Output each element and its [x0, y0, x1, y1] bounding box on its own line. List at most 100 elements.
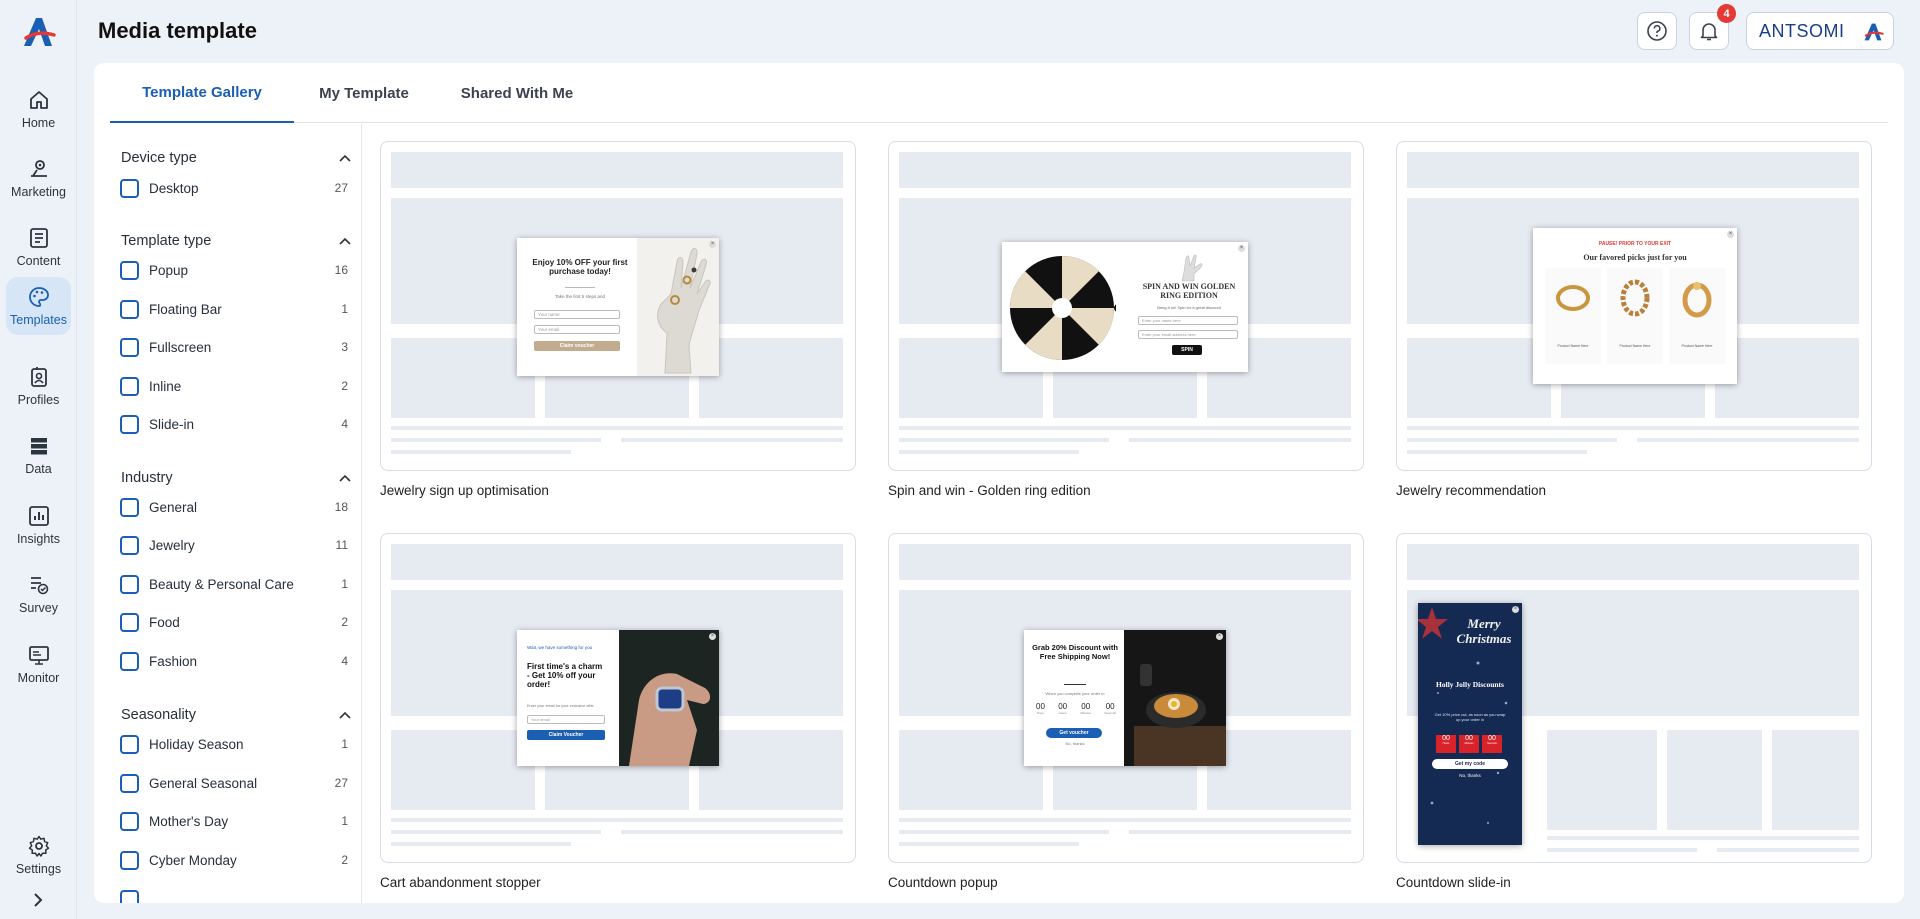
- template-title[interactable]: Jewelry recommendation: [1396, 483, 1546, 498]
- notifications-button[interactable]: 4: [1689, 4, 1736, 50]
- filter-option-beauty[interactable]: Beauty & Personal Care 1: [120, 572, 348, 596]
- tab-shared-with-me[interactable]: Shared With Me: [434, 63, 600, 123]
- template-preview: Wait, we have something for you First ti…: [517, 630, 719, 766]
- nav-survey[interactable]: Survey: [6, 565, 71, 623]
- hand-ring-image: [1181, 254, 1203, 282]
- chevron-up-icon[interactable]: [338, 235, 352, 249]
- filter-heading-device-type[interactable]: Device type: [121, 150, 197, 166]
- filter-option-label: Slide-in: [149, 416, 195, 432]
- checkbox[interactable]: [120, 497, 139, 517]
- preview-button: SPIN: [1172, 345, 1202, 355]
- template-card-countdown-popup[interactable]: Grab 20% Discount with Free Shipping Now…: [888, 533, 1364, 863]
- filter-heading-seasonality[interactable]: Seasonality: [121, 707, 196, 723]
- filter-option-holiday-season[interactable]: Holiday Season 1: [120, 732, 348, 756]
- filter-option-popup[interactable]: Popup 16: [120, 258, 348, 282]
- filter-heading-industry[interactable]: Industry: [121, 470, 173, 486]
- countdown-digit: 00: [1036, 702, 1045, 711]
- filter-option-general[interactable]: General 18: [120, 495, 348, 519]
- template-card-cart-abandonment[interactable]: Wait, we have something for you First ti…: [380, 533, 856, 863]
- nav-templates[interactable]: Templates: [6, 277, 71, 335]
- chevron-up-icon[interactable]: [338, 709, 352, 723]
- nav-profiles[interactable]: Profiles: [6, 357, 71, 415]
- checkbox[interactable]: [120, 178, 139, 198]
- skeleton-placeholder: [1637, 438, 1859, 442]
- skeleton-placeholder: [1207, 730, 1351, 810]
- preview-headline: Enjoy 10% OFF your first purchase today!: [532, 258, 628, 277]
- help-button[interactable]: [1637, 12, 1677, 50]
- checkbox[interactable]: [120, 414, 139, 434]
- countdown-digit: 00: [1465, 735, 1473, 742]
- left-navigation: Home Marketing Content Templates Profile…: [0, 0, 77, 919]
- filter-option-desktop[interactable]: Desktop 27: [120, 176, 348, 200]
- template-card-countdown-slide-in[interactable]: Merry Christmas Holly Jolly Discounts Ge…: [1396, 533, 1872, 863]
- notification-badge: 4: [1717, 4, 1736, 23]
- tab-my-template[interactable]: My Template: [294, 63, 434, 123]
- filter-option-inline[interactable]: Inline 2: [120, 374, 348, 398]
- template-title[interactable]: Jewelry sign up optimisation: [380, 483, 549, 498]
- countdown-digit: 00: [1058, 702, 1068, 711]
- filter-option-label: General Seasonal: [149, 775, 258, 791]
- filter-sidebar: Device type Desktop 27 Template type Popu…: [94, 124, 362, 903]
- filter-option-label: Food: [149, 614, 180, 630]
- template-card-spin-and-win[interactable]: SPIN AND WIN GOLDEN RING EDITION Bring i…: [888, 141, 1364, 471]
- checkbox[interactable]: [120, 337, 139, 357]
- checkbox[interactable]: [120, 535, 139, 555]
- filter-option-general-seasonal[interactable]: General Seasonal 27: [120, 771, 348, 795]
- template-title[interactable]: Countdown popup: [888, 875, 998, 890]
- checkbox[interactable]: [120, 889, 139, 903]
- filter-option-slide-in[interactable]: Slide-in 4: [120, 412, 348, 436]
- filter-option-jewelry[interactable]: Jewelry 11: [120, 533, 348, 557]
- checkbox[interactable]: [120, 376, 139, 396]
- filter-heading-template-type[interactable]: Template type: [121, 233, 211, 249]
- filter-option-food[interactable]: Food 2: [120, 610, 348, 634]
- preview-button: Claim Voucher: [527, 730, 605, 740]
- chevron-up-icon[interactable]: [338, 152, 352, 166]
- nav-home[interactable]: Home: [6, 80, 71, 138]
- filter-option-fashion[interactable]: Fashion 4: [120, 649, 348, 673]
- nav-content[interactable]: Content: [6, 218, 71, 276]
- template-title[interactable]: Spin and win - Golden ring edition: [888, 483, 1091, 498]
- filter-option-fullscreen[interactable]: Fullscreen 3: [120, 335, 348, 359]
- template-card-jewelry-recommendation[interactable]: PAUSE! PRIOR TO YOUR EXIT Our favored pi…: [1396, 141, 1872, 471]
- nav-data[interactable]: Data: [6, 426, 71, 484]
- account-switcher[interactable]: ANTSOMI: [1746, 12, 1894, 50]
- template-card-jewelry-signup[interactable]: Enjoy 10% OFF your first purchase today!…: [380, 141, 856, 471]
- checkbox[interactable]: [120, 850, 139, 870]
- preview-headline: SPIN AND WIN GOLDEN RING EDITION: [1142, 282, 1236, 301]
- filter-count: 1: [341, 814, 348, 828]
- tab-bar: Template Gallery My Template Shared With…: [110, 63, 1888, 123]
- nav-label: Monitor: [17, 671, 60, 685]
- checkbox[interactable]: [120, 734, 139, 754]
- preview-body: Get 10% price cut, as soon as you wrap u…: [1434, 712, 1506, 722]
- checkbox[interactable]: [120, 773, 139, 793]
- filter-count: 16: [334, 263, 348, 277]
- checkbox[interactable]: [120, 612, 139, 632]
- skeleton-placeholder: [1547, 730, 1657, 830]
- template-preview: PAUSE! PRIOR TO YOUR EXIT Our favored pi…: [1533, 228, 1737, 384]
- checkbox[interactable]: [120, 260, 139, 280]
- template-title[interactable]: Countdown slide-in: [1396, 875, 1511, 890]
- nav-insights[interactable]: Insights: [6, 496, 71, 554]
- countdown-digit: 00: [1442, 735, 1450, 742]
- nav-monitor[interactable]: Monitor: [6, 635, 71, 693]
- filter-option-mothers-day[interactable]: Mother's Day 1: [120, 809, 348, 833]
- antsomi-logo[interactable]: [18, 14, 58, 50]
- checkbox[interactable]: [120, 299, 139, 319]
- filter-option-floating-bar[interactable]: Floating Bar 1: [120, 297, 348, 321]
- template-title[interactable]: Cart abandonment stopper: [380, 875, 541, 890]
- nav-settings[interactable]: Settings: [6, 826, 71, 884]
- tab-template-gallery[interactable]: Template Gallery: [110, 63, 294, 123]
- palette-icon: [28, 287, 49, 307]
- filter-option-cyber-monday[interactable]: Cyber Monday 2: [120, 848, 348, 872]
- filter-option-partial[interactable]: [120, 887, 348, 903]
- checkbox[interactable]: [120, 651, 139, 671]
- chevron-up-icon[interactable]: [338, 472, 352, 486]
- checkbox[interactable]: [120, 811, 139, 831]
- skeleton-placeholder: [899, 544, 1351, 580]
- checkbox[interactable]: [120, 574, 139, 594]
- nav-marketing[interactable]: Marketing: [6, 149, 71, 207]
- filter-count: 27: [334, 181, 348, 195]
- preview-subtext: When you complete your order in: [1045, 691, 1105, 696]
- chevron-right-icon[interactable]: [28, 890, 48, 910]
- filter-option-label: Beauty & Personal Care: [149, 576, 294, 592]
